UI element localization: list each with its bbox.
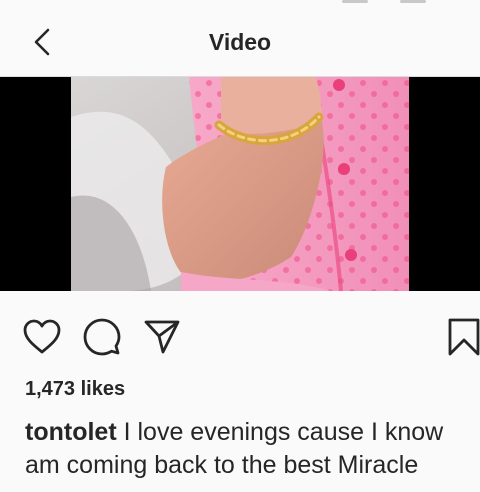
heart-icon — [23, 319, 61, 354]
video-frame[interactable] — [71, 77, 409, 291]
comment-bubble-icon — [83, 318, 121, 356]
share-button[interactable] — [142, 317, 182, 357]
paper-plane-icon — [144, 320, 180, 354]
like-count[interactable]: 1,473 likes — [25, 378, 125, 401]
comment-button[interactable] — [82, 317, 122, 357]
status-indicator — [342, 0, 368, 3]
post-actions — [0, 291, 480, 381]
top-app-bar: Video — [0, 6, 480, 77]
video-player[interactable] — [0, 77, 480, 291]
page-title: Video — [208, 29, 272, 55]
caption-username[interactable]: tontolet — [25, 418, 117, 446]
status-indicator — [400, 0, 426, 3]
caption-text-line-1: I love evenings cause I know — [123, 418, 444, 446]
save-button[interactable] — [444, 317, 480, 357]
video-thumbnail — [71, 77, 409, 291]
like-button[interactable] — [22, 317, 62, 357]
bookmark-icon — [448, 318, 480, 356]
post-caption: tontolet I love evenings cause I know am… — [25, 416, 475, 482]
caption-text-line-2: am coming back to the best Miracle — [25, 451, 419, 479]
